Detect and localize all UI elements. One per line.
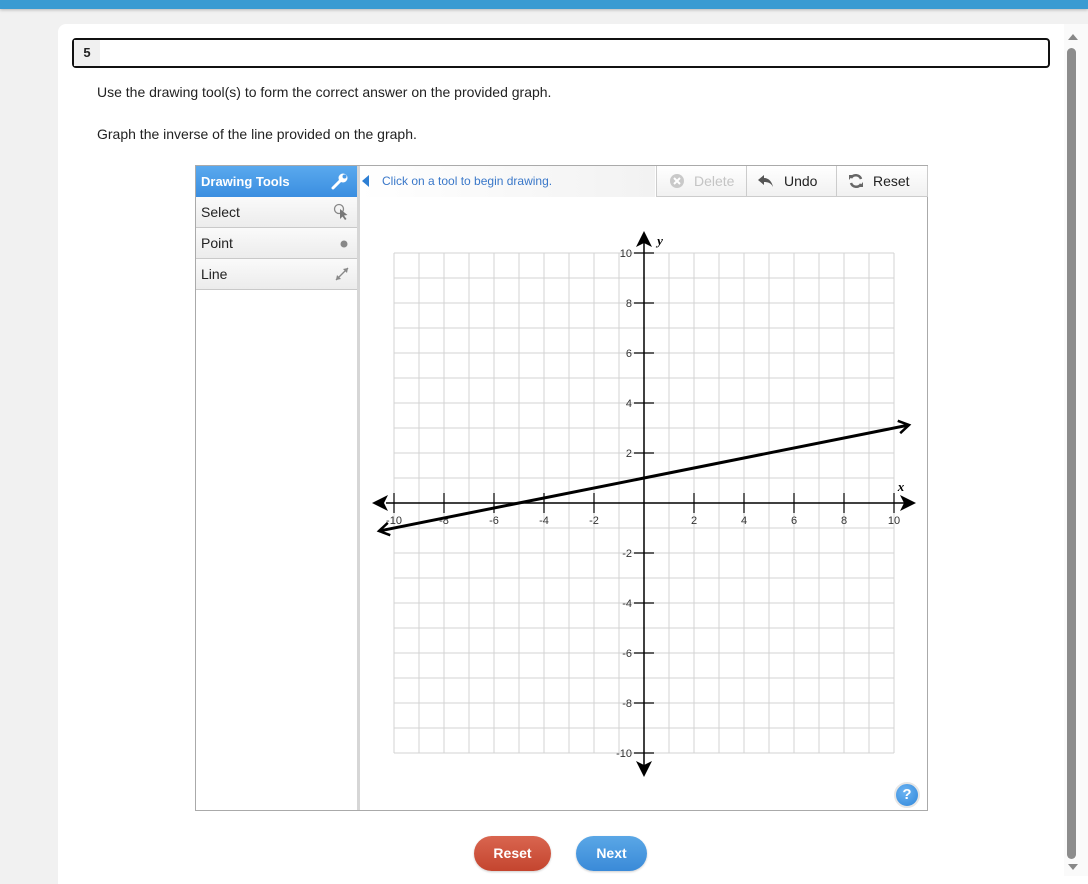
question-number-box: 5 [72,38,1050,68]
tool-line[interactable]: Line [196,259,357,290]
drawing-tools-header: Drawing Tools [196,166,357,197]
vertical-scrollbar[interactable] [1064,24,1088,876]
x-tick-label: -6 [489,515,499,527]
y-tick-label: 8 [626,298,632,310]
drawing-tools-title: Drawing Tools [201,174,290,189]
y-tick-label: -8 [622,698,632,710]
y-tick-label: -2 [622,548,632,560]
y-tick-label: 2 [626,448,632,460]
hint-text: Click on a tool to begin drawing. [382,174,553,188]
question-prompt: Graph the inverse of the line provided o… [97,126,417,142]
x-tick-label: 10 [888,515,900,527]
y-tick-label: 4 [626,398,632,410]
y-tick-label: -10 [616,748,632,760]
tool-point[interactable]: Point [196,228,357,259]
top-banner [0,0,1088,9]
y-axis-label: y [655,233,663,248]
x-tick-label: 4 [741,515,747,527]
instruction-text: Use the drawing tool(s) to form the corr… [97,84,552,100]
x-tick-label: -4 [539,515,549,527]
scroll-up-arrow-icon[interactable] [1068,34,1078,40]
x-axis-label: x [897,479,905,494]
wrench-icon [331,173,348,190]
y-tick-label: -4 [622,598,632,610]
delete-icon [670,174,684,188]
y-tick-label: -6 [622,648,632,660]
x-axis-arrow-left [372,495,388,511]
delete-button[interactable]: Delete [656,166,748,197]
line-icon [335,267,349,281]
x-tick-label: 6 [791,515,797,527]
tool-line-label: Line [201,266,228,282]
undo-icon [758,175,773,187]
tool-point-label: Point [201,235,233,251]
reset-tool-label: Reset [873,173,910,189]
help-button[interactable]: ? [894,782,920,808]
scrollbar-thumb[interactable] [1067,48,1076,859]
question-number: 5 [74,40,100,66]
y-tick-label: 6 [626,348,632,360]
reset-button[interactable]: Reset [474,836,551,871]
drawing-tools-panel: Drawing Tools Select Point Line [196,166,360,810]
delete-label: Delete [694,173,735,189]
undo-label: Undo [784,173,818,189]
collapse-arrow-icon[interactable] [362,175,369,187]
x-tick-label: 2 [691,515,697,527]
x-tick-label: -2 [589,515,599,527]
reset-tool-button[interactable]: Reset [836,166,928,197]
undo-button[interactable]: Undo [746,166,838,197]
y-tick-label: 10 [620,248,632,260]
x-tick-label: 8 [841,515,847,527]
select-pointer-icon [333,203,348,220]
graphing-tool: x y -10 -8 -6 -4 -2 2 4 6 8 10 10 8 6 4 2 -2 -4 -6 -8 -10 Dra… [195,165,928,811]
point-icon [340,240,348,248]
tool-select[interactable]: Select [196,197,357,228]
tool-select-label: Select [201,204,240,220]
scroll-down-arrow-icon[interactable] [1068,864,1078,870]
next-button[interactable]: Next [576,836,647,871]
x-tick-label: -10 [386,515,402,527]
reset-icon [849,173,863,189]
